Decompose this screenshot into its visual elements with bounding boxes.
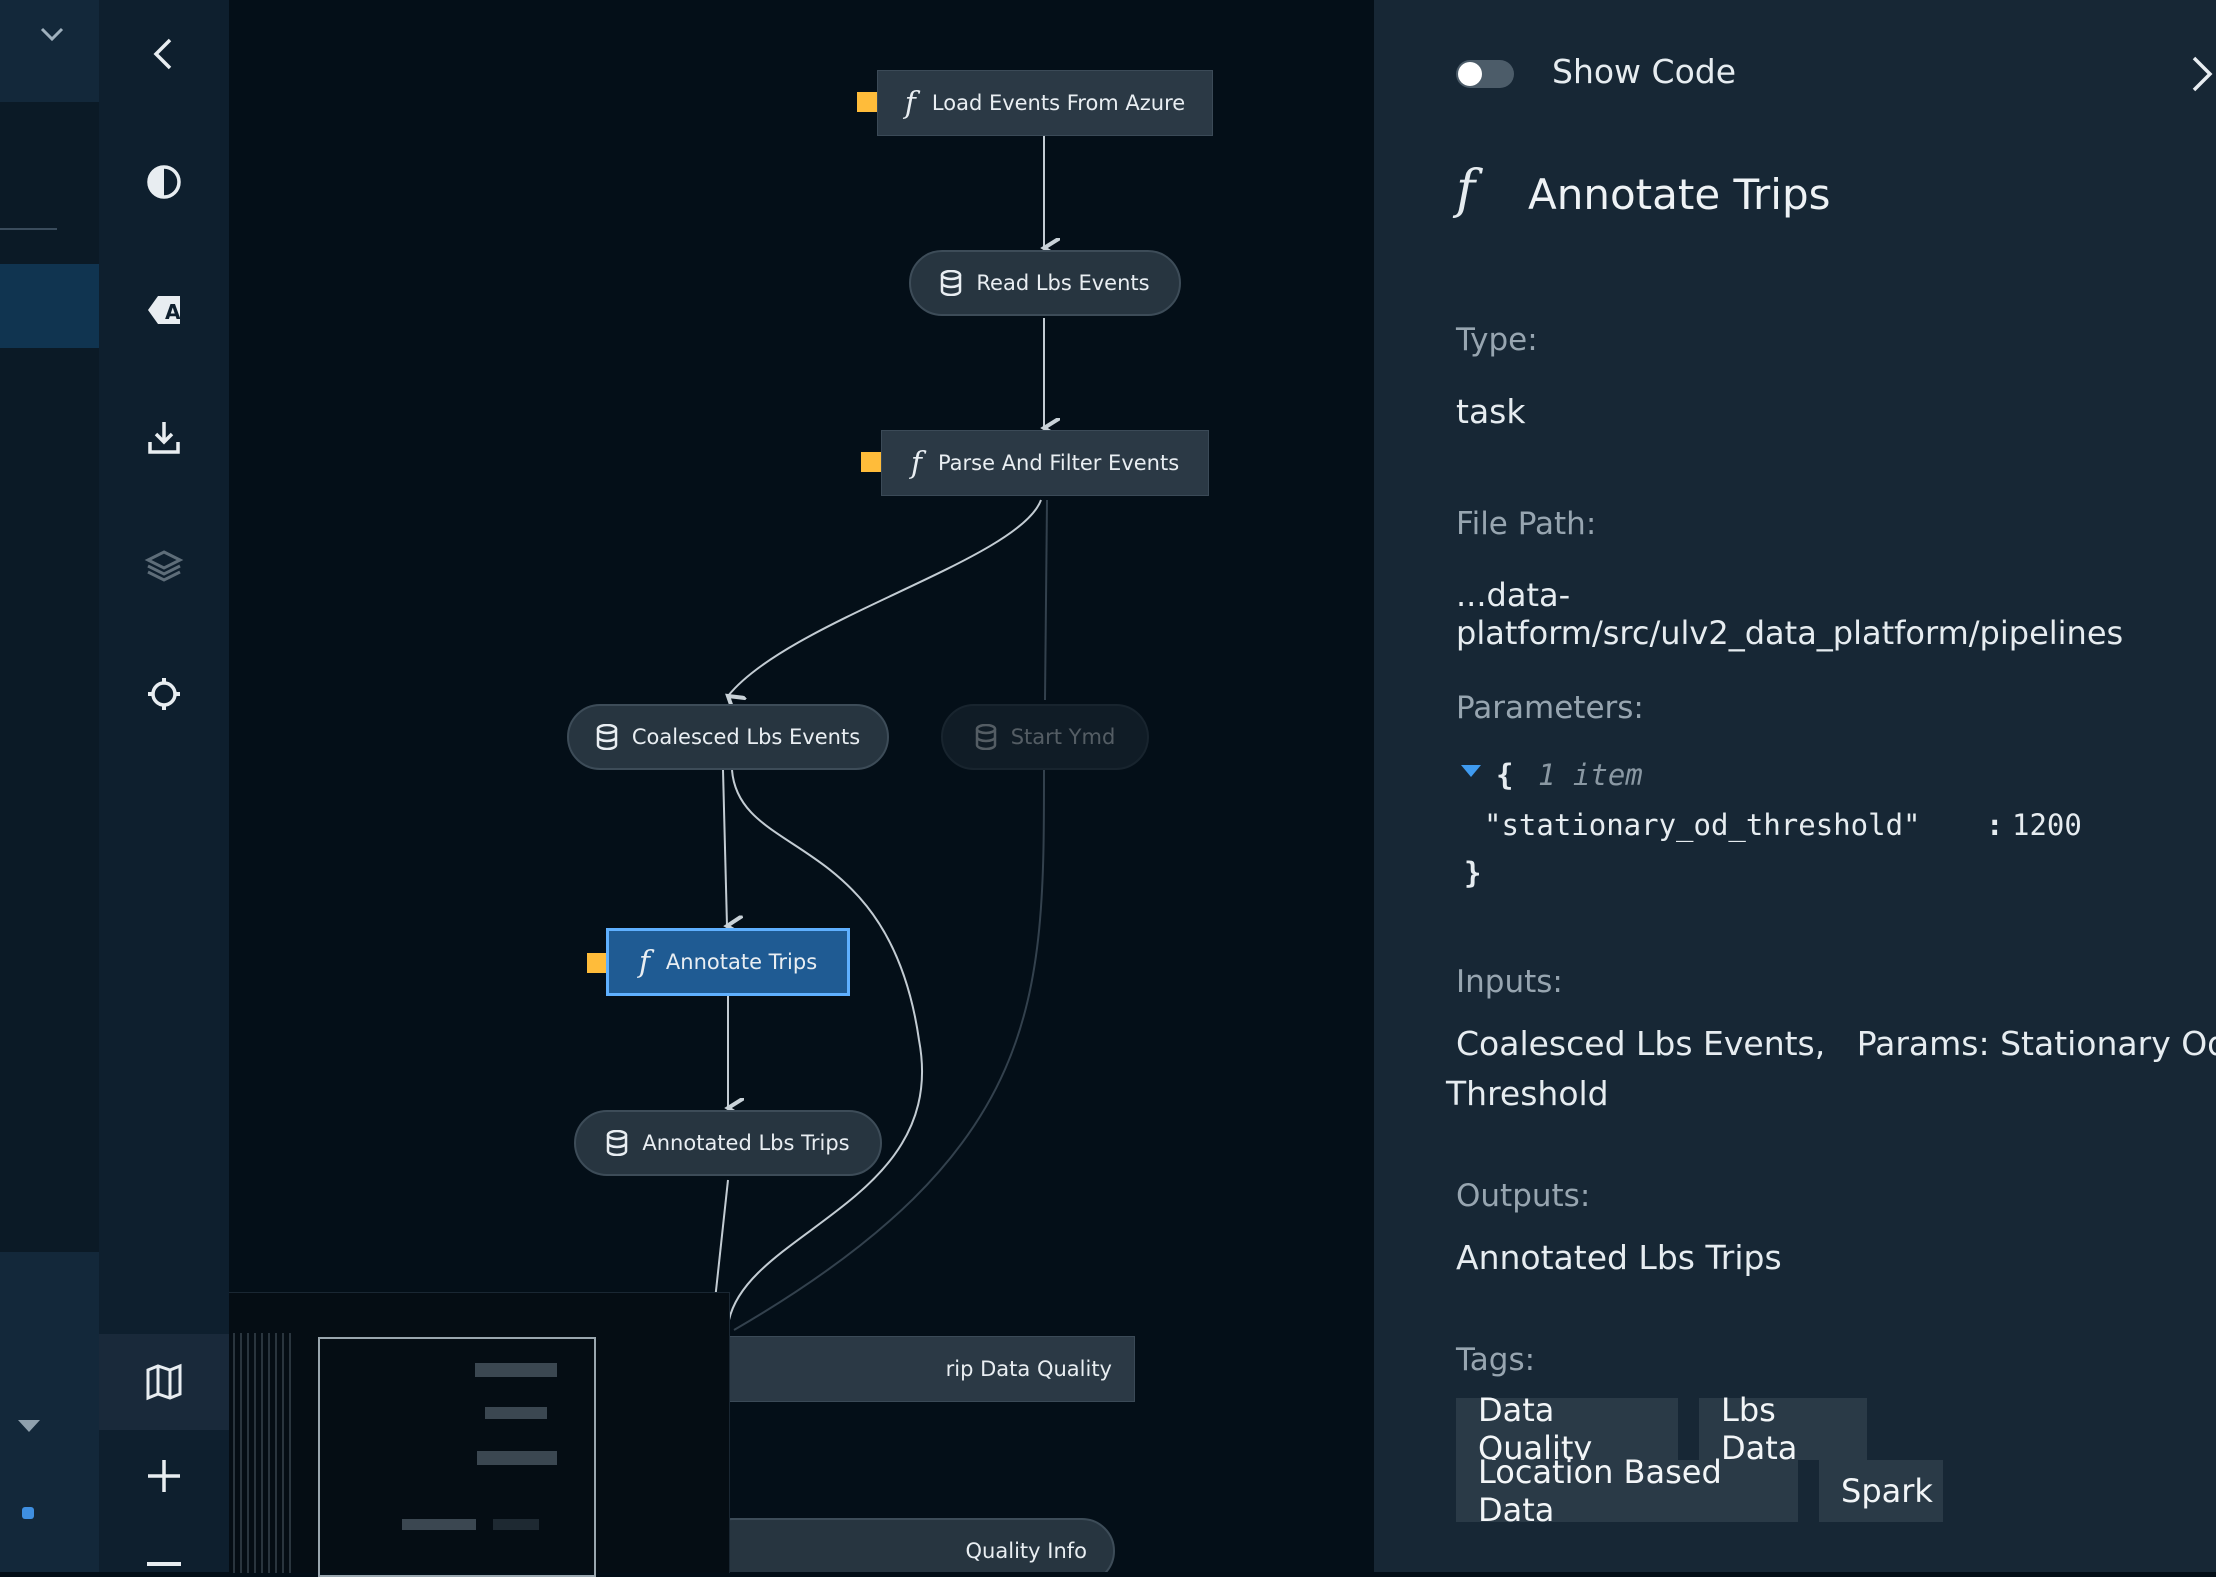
edge-faded: [1044, 499, 1048, 701]
close-icon[interactable]: [2190, 54, 2216, 94]
chevron-left-icon: [153, 38, 172, 70]
edge-faded: [733, 769, 1045, 1331]
inputs-value-line2: Threshold: [1446, 1074, 1609, 1113]
outputs-label: Outputs:: [1456, 1178, 1591, 1214]
minimap-button[interactable]: [99, 1334, 229, 1430]
map-icon: [146, 1363, 182, 1401]
tag-chip: Spark: [1819, 1460, 1943, 1522]
toolbar: A: [99, 0, 229, 1572]
zoom-in-button[interactable]: [99, 1428, 229, 1524]
database-icon: [941, 270, 962, 296]
function-icon: f: [910, 445, 922, 481]
json-item-count: 1 item: [1538, 758, 1643, 792]
edge: [728, 769, 923, 1321]
collapse-button[interactable]: [99, 6, 229, 102]
show-code-toggle[interactable]: [1456, 60, 1514, 88]
layers-icon: [144, 550, 184, 582]
node-trip-data-quality[interactable]: rip Data Quality: [699, 1336, 1135, 1402]
status-dot: [22, 1507, 34, 1519]
divider: [0, 228, 57, 230]
left-sidebar-header[interactable]: [0, 0, 99, 102]
parameters-label: Parameters:: [1456, 690, 1644, 726]
param-separator: :: [1986, 808, 2004, 842]
outputs-value: Annotated Lbs Trips: [1456, 1238, 1782, 1277]
node-annotate-trips[interactable]: f Annotate Trips: [606, 928, 850, 996]
parameter-marker: [587, 953, 607, 973]
label-tag-icon: A: [148, 296, 181, 324]
parameter-marker: [857, 92, 877, 112]
inputs-label: Inputs:: [1456, 964, 1563, 1000]
node-label: Annotate Trips: [665, 950, 818, 974]
type-label: Type:: [1456, 322, 1538, 358]
download-icon: [148, 422, 180, 454]
tag-chip: Location Based Data: [1456, 1453, 1798, 1529]
node-label: Parse And Filter Events: [937, 451, 1180, 475]
panel-title: Annotate Trips: [1528, 170, 1831, 219]
node-annotated-lbs[interactable]: Annotated Lbs Trips: [574, 1110, 882, 1176]
function-icon: f: [904, 85, 916, 121]
function-icon: f: [638, 944, 650, 980]
edge: [714, 1179, 729, 1301]
zoom-out-button[interactable]: [147, 1562, 181, 1566]
theme-toggle-button[interactable]: [99, 134, 229, 230]
minimap-viewport[interactable]: [318, 1337, 596, 1577]
svg-text:A: A: [165, 300, 181, 324]
tag-chip: Data Quality: [1456, 1391, 1678, 1467]
node-label: Quality Info: [965, 1539, 1087, 1563]
tag-chip: Lbs Data: [1699, 1391, 1867, 1467]
json-open-brace: {: [1496, 758, 1514, 792]
node-read-lbs[interactable]: Read Lbs Events: [909, 250, 1181, 316]
param-value: 1200: [2012, 808, 2082, 842]
node-label: Load Events From Azure: [931, 91, 1186, 115]
database-icon: [607, 1130, 628, 1156]
parameter-marker: [861, 452, 881, 472]
export-button[interactable]: [99, 390, 229, 486]
filepath-value: ...data-platform/src/ulv2_data_platform/…: [1456, 576, 2124, 652]
json-close-brace: }: [1464, 856, 1482, 890]
inputs-value-line1: Coalesced Lbs Events, Params: Stationary…: [1456, 1024, 2216, 1063]
function-icon: f: [1456, 160, 1476, 220]
node-parse-filter[interactable]: f Parse And Filter Events: [881, 430, 1209, 496]
tags-label: Tags:: [1456, 1342, 1536, 1378]
edge: [728, 499, 1042, 696]
plus-icon: [148, 1460, 180, 1492]
minimap-lines: [233, 1333, 293, 1573]
type-value: task: [1456, 392, 1526, 431]
node-coalesced[interactable]: Coalesced Lbs Events: [567, 704, 889, 770]
database-icon: [975, 724, 996, 750]
left-sidebar-footer: [0, 1252, 99, 1572]
caret-down-icon[interactable]: [16, 1418, 42, 1434]
node-label: Start Ymd: [1010, 725, 1116, 749]
node-quality-info[interactable]: Quality Info: [699, 1518, 1115, 1572]
caret-down-icon[interactable]: [1460, 764, 1482, 778]
param-key: "stationary_od_threshold": [1484, 808, 1921, 842]
contrast-icon: [147, 165, 181, 199]
node-load-events[interactable]: f Load Events From Azure: [877, 70, 1213, 136]
node-label: rip Data Quality: [945, 1357, 1112, 1381]
layers-button[interactable]: [99, 518, 229, 614]
node-start-ymd[interactable]: Start Ymd: [941, 704, 1149, 770]
edge: [722, 769, 727, 926]
labels-button[interactable]: A: [99, 262, 229, 358]
sidebar-selected-item[interactable]: [0, 264, 99, 348]
gear-icon: [148, 678, 180, 710]
node-label: Read Lbs Events: [976, 271, 1150, 295]
toggle-knob: [1458, 62, 1482, 86]
metadata-panel: Show Code f Annotate Trips Type: task Fi…: [1374, 0, 2216, 1572]
settings-button[interactable]: [99, 646, 229, 742]
chevron-down-icon[interactable]: [38, 24, 66, 44]
node-label: Coalesced Lbs Events: [631, 725, 861, 749]
database-icon: [596, 724, 618, 750]
filepath-label: File Path:: [1456, 506, 1597, 542]
show-code-label: Show Code: [1552, 52, 1737, 91]
node-label: Annotated Lbs Trips: [642, 1131, 850, 1155]
